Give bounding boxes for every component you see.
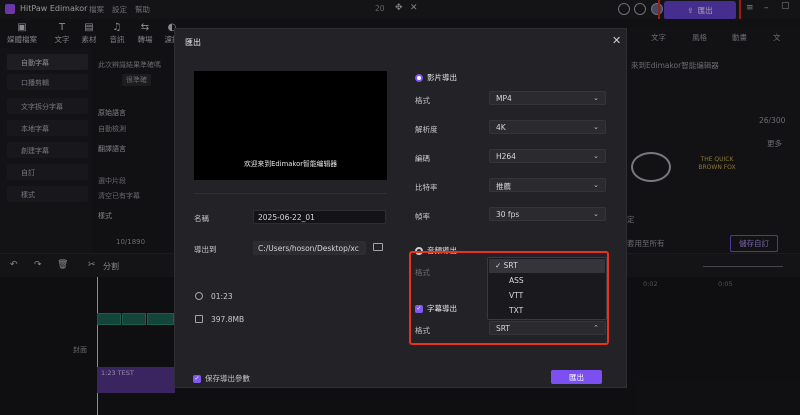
name-input[interactable]: 2025-06-22_01	[253, 210, 386, 224]
export-to-label: 導出到	[194, 245, 217, 254]
video-export-label: 影片導出	[427, 73, 457, 82]
clock-icon	[195, 292, 203, 300]
radio-selected-icon	[415, 73, 423, 82]
bitrate-value: 推薦	[496, 182, 511, 191]
duration-value: 01:23	[211, 292, 233, 301]
preview-caption: 欢迎来到Edimakor智能编辑器	[243, 160, 338, 168]
export-dialog: 匯出 ✕ 欢迎来到Edimakor智能编辑器 名稱 2025-06-22_01 …	[174, 28, 627, 388]
encoder-select[interactable]: H264 ⌄	[489, 149, 606, 163]
file-size-icon	[195, 315, 203, 323]
name-label: 名稱	[194, 214, 209, 223]
encoder-value: H264	[496, 152, 516, 161]
export-path-input[interactable]: C:/Users/hoson/Desktop/xc	[253, 241, 366, 255]
folder-icon[interactable]	[373, 243, 383, 251]
highlight-box-subtitle	[409, 251, 609, 345]
video-export-option[interactable]: 影片導出	[415, 72, 457, 83]
format-select[interactable]: MP4 ⌄	[489, 91, 606, 105]
dialog-title: 匯出	[185, 38, 201, 47]
chevron-down-icon: ⌄	[593, 210, 599, 218]
format-label: 格式	[415, 96, 430, 105]
save-params-label: 保存導出參數	[205, 374, 250, 383]
bitrate-select[interactable]: 推薦 ⌄	[489, 178, 606, 192]
divider	[194, 193, 387, 194]
resolution-select[interactable]: 4K ⌄	[489, 120, 606, 134]
framerate-label: 幀率	[415, 212, 430, 221]
chevron-down-icon: ⌄	[593, 181, 599, 189]
framerate-select[interactable]: 30 fps ⌄	[489, 207, 606, 221]
format-value: MP4	[496, 94, 512, 103]
chevron-down-icon: ⌄	[593, 94, 599, 102]
resolution-value: 4K	[496, 123, 506, 132]
encoder-label: 編碼	[415, 154, 430, 163]
bitrate-label: 比特率	[415, 183, 438, 192]
save-params-checkbox[interactable]: ✓ 保存導出參數	[193, 373, 250, 384]
checkbox-checked-icon: ✓	[193, 374, 201, 383]
close-icon[interactable]: ✕	[612, 34, 621, 47]
resolution-label: 解析度	[415, 125, 438, 134]
file-size-value: 397.8MB	[211, 315, 245, 324]
chevron-down-icon: ⌄	[593, 123, 599, 131]
framerate-value: 30 fps	[496, 210, 520, 219]
video-preview: 欢迎来到Edimakor智能编辑器	[194, 71, 387, 180]
export-button[interactable]: 匯出	[551, 370, 602, 384]
chevron-down-icon: ⌄	[593, 152, 599, 160]
